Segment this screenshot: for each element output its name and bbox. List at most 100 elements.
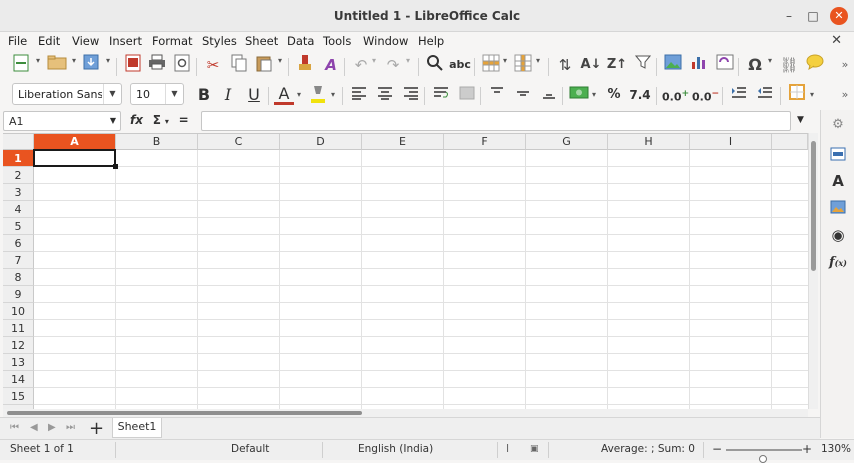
- highlight-color-icon[interactable]: [307, 84, 329, 106]
- paste-dropdown-icon[interactable]: ▾: [278, 56, 282, 65]
- maximize-button[interactable]: □: [804, 7, 822, 25]
- row-header-7[interactable]: 7: [3, 252, 34, 269]
- merge-cells-icon[interactable]: [456, 84, 478, 106]
- previous-sheet-icon[interactable]: ◀: [30, 422, 38, 433]
- menu-edit[interactable]: Edit: [38, 34, 60, 48]
- column-header-c[interactable]: C: [198, 134, 280, 150]
- borders-icon[interactable]: [786, 84, 808, 106]
- styles-icon[interactable]: A: [829, 172, 847, 190]
- font-color-dropdown-icon[interactable]: ▾: [297, 90, 301, 99]
- navigator-icon[interactable]: ◉: [829, 226, 847, 244]
- add-decimal-button[interactable]: 0.0+: [662, 88, 689, 104]
- row-header-8[interactable]: 8: [3, 269, 34, 286]
- sidebar-settings-icon[interactable]: ⚙: [829, 116, 847, 134]
- column-header-f[interactable]: F: [444, 134, 526, 150]
- menu-help[interactable]: Help: [418, 34, 444, 48]
- font-name-combo[interactable]: Liberation Sans ▼: [12, 83, 122, 105]
- row-header-13[interactable]: 13: [3, 354, 34, 371]
- row-header-3[interactable]: 3: [3, 184, 34, 201]
- decrease-indent-icon[interactable]: [754, 84, 776, 106]
- menu-view[interactable]: View: [72, 34, 99, 48]
- column-dropdown-icon[interactable]: ▾: [536, 56, 540, 65]
- zoom-out-button[interactable]: −: [712, 442, 722, 456]
- insert-mode-icon[interactable]: Ⅰ: [506, 443, 509, 455]
- special-character-icon[interactable]: Ω: [744, 54, 766, 76]
- center-vertically-icon[interactable]: [512, 84, 534, 106]
- minimize-button[interactable]: –: [780, 7, 798, 25]
- more-options-icon[interactable]: »: [834, 84, 854, 106]
- new-document-icon[interactable]: [10, 54, 32, 76]
- menu-data[interactable]: Data: [287, 34, 314, 48]
- row-header-9[interactable]: 9: [3, 286, 34, 303]
- gallery-icon[interactable]: [829, 200, 847, 218]
- properties-icon[interactable]: [829, 146, 847, 164]
- save-icon[interactable]: [80, 54, 102, 76]
- pivot-table-icon[interactable]: [714, 54, 736, 76]
- redo-icon[interactable]: ↷: [382, 54, 404, 76]
- column-header-g[interactable]: G: [526, 134, 608, 150]
- column-header-h[interactable]: H: [608, 134, 690, 150]
- selection-mode-icon[interactable]: ▣: [530, 444, 539, 454]
- menu-file[interactable]: File: [8, 34, 27, 48]
- language-status[interactable]: English (India): [358, 443, 433, 455]
- zoom-level[interactable]: 130%: [821, 443, 851, 455]
- sum-icon[interactable]: Σ: [153, 113, 161, 127]
- chevron-down-icon[interactable]: ▼: [165, 84, 183, 104]
- menu-insert[interactable]: Insert: [109, 34, 142, 48]
- underline-button[interactable]: U: [244, 85, 264, 104]
- page-style[interactable]: Default: [231, 443, 269, 455]
- zoom-slider[interactable]: [726, 449, 802, 463]
- add-sheet-button[interactable]: +: [89, 418, 104, 439]
- percent-format-button[interactable]: %: [604, 87, 624, 102]
- undo-icon[interactable]: ↶: [350, 54, 372, 76]
- number-format-button[interactable]: 7.4: [628, 88, 652, 102]
- align-left-icon[interactable]: [348, 84, 370, 106]
- clear-formatting-icon[interactable]: A: [320, 54, 342, 76]
- close-window-button[interactable]: ✕: [830, 7, 848, 25]
- formula-icon[interactable]: =: [179, 113, 189, 127]
- close-document-button[interactable]: ✕: [831, 33, 842, 48]
- first-sheet-icon[interactable]: ⏮: [10, 422, 19, 433]
- row-header-12[interactable]: 12: [3, 337, 34, 354]
- horizontal-scrollbar[interactable]: [3, 409, 808, 417]
- italic-button[interactable]: I: [218, 85, 238, 104]
- export-pdf-icon[interactable]: [122, 54, 144, 76]
- sort-ascending-icon[interactable]: A↓: [580, 54, 602, 76]
- next-sheet-icon[interactable]: ▶: [48, 422, 56, 433]
- clone-formatting-icon[interactable]: [294, 54, 316, 76]
- sum-dropdown-icon[interactable]: ▾: [165, 117, 169, 126]
- row-dropdown-icon[interactable]: ▾: [503, 56, 507, 65]
- spelling-icon[interactable]: abc: [449, 54, 471, 76]
- formula-input[interactable]: [201, 111, 791, 131]
- spreadsheet-grid[interactable]: ABCDEFGHI 12345678910111213141516: [3, 133, 808, 409]
- align-top-icon[interactable]: [486, 84, 508, 106]
- fill-handle[interactable]: [113, 164, 118, 169]
- last-sheet-icon[interactable]: ⏭: [66, 422, 75, 433]
- column-header-a[interactable]: A: [34, 134, 116, 150]
- menu-window[interactable]: Window: [363, 34, 408, 48]
- row-header-2[interactable]: 2: [3, 167, 34, 184]
- select-all-corner[interactable]: [3, 134, 34, 150]
- column-header-d[interactable]: D: [280, 134, 362, 150]
- currency-dropdown-icon[interactable]: ▾: [592, 90, 596, 99]
- sort-icon[interactable]: ⇅: [554, 54, 576, 76]
- row-header-11[interactable]: 11: [3, 320, 34, 337]
- align-right-icon[interactable]: [400, 84, 422, 106]
- menu-styles[interactable]: Styles: [202, 34, 237, 48]
- function-wizard-icon[interactable]: fx: [130, 113, 143, 127]
- menu-format[interactable]: Format: [152, 34, 193, 48]
- find-replace-icon[interactable]: [424, 54, 446, 76]
- vertical-scrollbar[interactable]: [808, 133, 818, 409]
- open-folder-icon[interactable]: [46, 54, 68, 76]
- menu-tools[interactable]: Tools: [323, 34, 351, 48]
- cut-icon[interactable]: ✂: [202, 54, 224, 76]
- chevron-down-icon[interactable]: ▼: [110, 116, 116, 125]
- name-box[interactable]: A1 ▼: [3, 111, 121, 131]
- sort-descending-icon[interactable]: Z↑: [606, 54, 628, 76]
- save-dropdown-icon[interactable]: ▾: [106, 56, 110, 65]
- column-header-e[interactable]: E: [362, 134, 444, 150]
- font-size-combo[interactable]: 10 ▼: [130, 83, 184, 105]
- row-header-15[interactable]: 15: [3, 388, 34, 405]
- autofilter-icon[interactable]: [632, 54, 654, 76]
- row-header-14[interactable]: 14: [3, 371, 34, 388]
